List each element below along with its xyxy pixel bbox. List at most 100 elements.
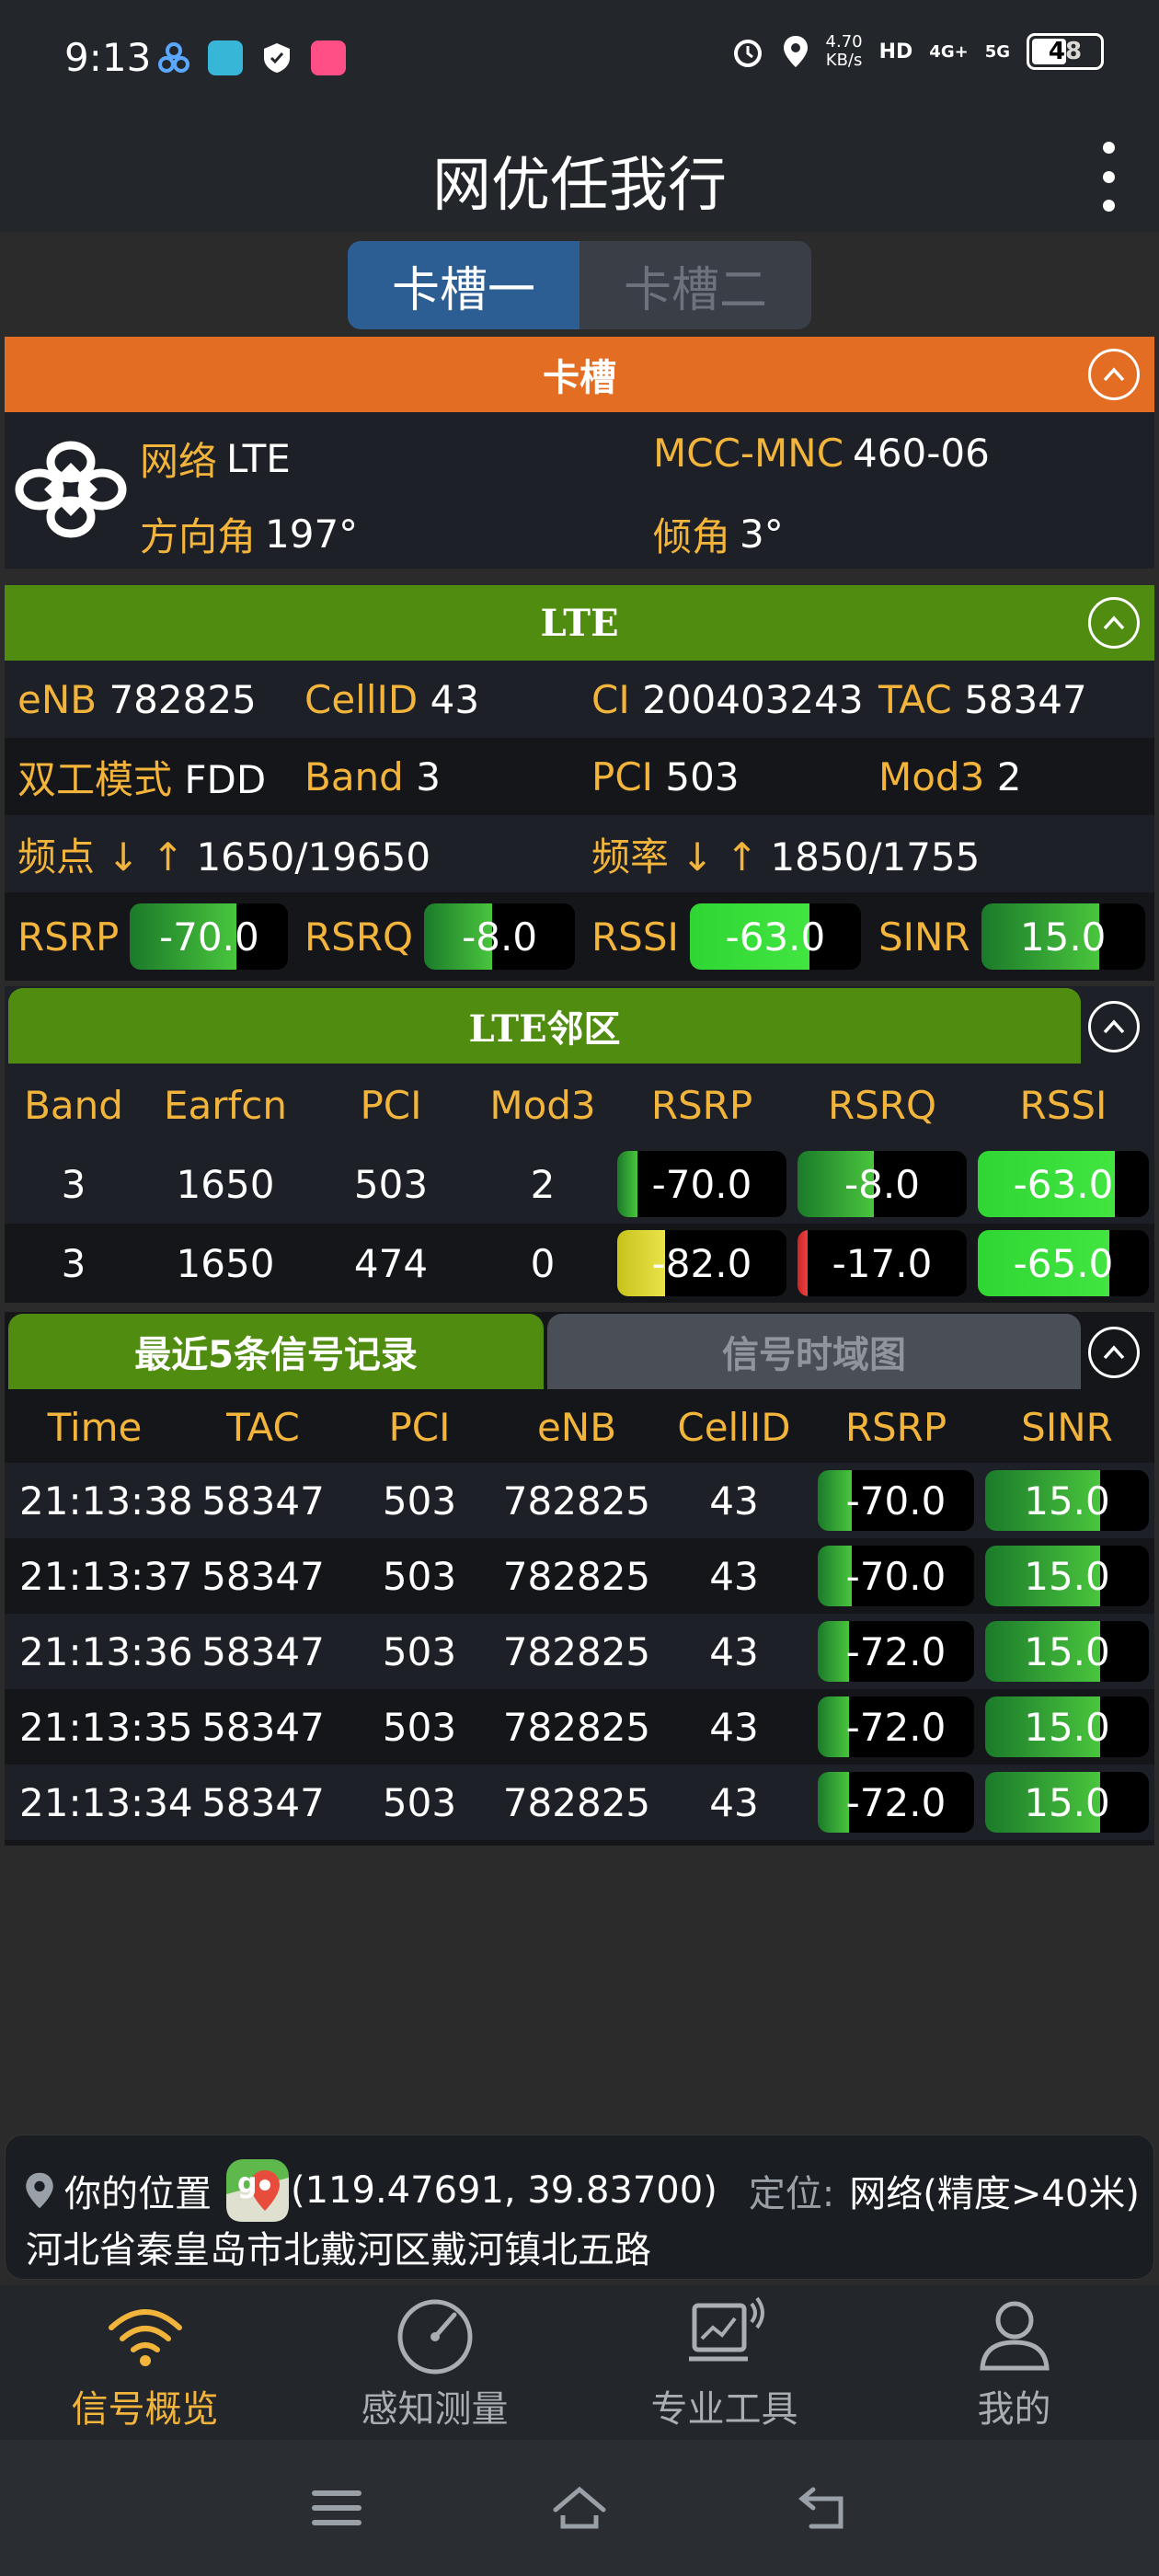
status-app-icons [156, 40, 346, 75]
china-unicom-logo-icon [15, 441, 127, 538]
sinr-meter: 15.0 [985, 1696, 1149, 1757]
rsrp-meter: -70.0 [130, 903, 289, 970]
cell-pci: 503 [382, 1553, 457, 1599]
location-coords: (119.47691, 39.83700) [291, 2169, 717, 2212]
table-header-row: Band Earfcn PCI Mod3 RSRP RSRQ RSSI [24, 1082, 1107, 1128]
rsrq-meter: -8.0 [798, 1151, 967, 1217]
enb-value: 782825 [109, 676, 257, 722]
duplex-value: FDD [184, 756, 267, 802]
lte-row-2: 双工模式 FDD Band 3 PCI 503 Mod3 2 [5, 738, 1154, 815]
enb-label: eNB [17, 676, 98, 722]
location-label: 你的位置 [64, 2173, 212, 2215]
rsrp-meter: -70.0 [818, 1546, 974, 1606]
app-notification-icon [208, 40, 243, 75]
freq-label: 频率 ↓ ↑ [591, 834, 759, 880]
network-field: 网络 LTE [140, 436, 291, 484]
collapse-icon[interactable] [1088, 1001, 1140, 1052]
status-time: 9:13 [64, 35, 152, 80]
more-menu-icon[interactable] [1095, 142, 1122, 212]
location-bar[interactable]: 你的位置 g (119.47691, 39.83700) 定位: 网络(精度>4… [5, 2134, 1154, 2280]
rsrp-meter: -82.0 [617, 1230, 786, 1296]
alarm-icon [733, 40, 762, 67]
positioning-label: 定位: [748, 2173, 835, 2215]
cell-time: 21:13:34 [19, 1779, 193, 1825]
rsrq-meter: -8.0 [424, 903, 576, 970]
cell-tac: 58347 [201, 1553, 325, 1599]
cell-time: 21:13:37 [19, 1553, 193, 1599]
sinr-meter: 15.0 [985, 1621, 1149, 1682]
lte-section-header[interactable]: LTE [5, 585, 1154, 661]
monitor-chart-icon [688, 2296, 764, 2362]
band-label: Band [304, 753, 404, 799]
rssi-meter: -65.0 [978, 1230, 1149, 1296]
lte-row-1: eNB 782825 CellID 43 CI 200403243 TAC 58… [5, 661, 1154, 738]
neighbor-table: Band Earfcn PCI Mod3 RSRP RSRQ RSSI 3 16… [5, 1065, 1154, 1303]
neighbor-section-title: LTE邻区 [468, 1007, 621, 1051]
nav-pro-tools[interactable]: 专业工具 [580, 2285, 869, 2440]
records-rows: 21:13:38 58347 503 782825 43 -70.0 15.0 21:13:3… [5, 1463, 1154, 1840]
records-section: 最近5条信号记录 信号时域图 Time TAC PCI eNB CellID R… [5, 1312, 1154, 1846]
table-row: 21:13:35 58347 503 782825 43 -72.0 15.0 [5, 1689, 1154, 1765]
nav-mine[interactable]: 我的 [869, 2285, 1159, 2440]
freqpoint-value: 1650/19650 [196, 834, 431, 880]
cell-pci: 503 [382, 1779, 457, 1825]
neighbor-section-header[interactable]: LTE邻区 [8, 988, 1081, 1064]
cell-tac: 58347 [201, 1478, 325, 1524]
rssi-meter: -63.0 [689, 903, 861, 970]
cell-cellid: 43 [709, 1779, 759, 1825]
ci-value: 200403243 [642, 676, 864, 722]
nav-perception-measure[interactable]: 感知测量 [290, 2285, 580, 2440]
neighbor-section: LTE邻区 Band Earfcn PCI Mod3 RSRP RSRQ RSS… [5, 986, 1154, 1303]
location-pin-icon [26, 2172, 53, 2209]
collapse-icon[interactable] [1088, 597, 1140, 649]
lte-signal-row: RSRP -70.0 RSRQ -8.0 RSSI -63.0 SINR 15.… [5, 892, 1154, 981]
tab-signal-time-chart[interactable]: 信号时域图 [547, 1314, 1081, 1389]
nav-signal-overview[interactable]: 信号概览 [0, 2285, 290, 2440]
tab-sim-1[interactable]: 卡槽一 [348, 241, 580, 329]
status-right: 4.70 KB/s HD 4G+ 5G 48 [730, 33, 1104, 70]
cell-pci: 503 [382, 1704, 457, 1750]
cell-cellid: 43 [709, 1628, 759, 1674]
cell-time: 21:13:36 [19, 1628, 193, 1674]
collapse-icon[interactable] [1088, 1327, 1140, 1378]
rssi-label: RSSI [591, 914, 679, 960]
cell-tac: 58347 [201, 1779, 325, 1825]
rsrp-label: RSRP [17, 914, 120, 960]
user-icon [979, 2301, 1050, 2371]
ci-label: CI [591, 676, 630, 722]
shield-icon [264, 43, 290, 73]
location-line: 你的位置 g (119.47691, 39.83700) 定位: 网络(精度>4… [24, 2157, 1140, 2224]
menu-icon[interactable] [307, 2478, 366, 2537]
home-icon[interactable] [550, 2478, 609, 2537]
mod3-value: 2 [996, 753, 1022, 799]
mod3-label: Mod3 [878, 753, 985, 799]
band-value: 3 [416, 753, 441, 799]
cell-time: 21:13:35 [19, 1704, 193, 1750]
cell-enb: 782825 [502, 1553, 651, 1599]
rsrp-meter: -72.0 [818, 1621, 974, 1682]
network-speed: 4.70 KB/s [825, 32, 863, 70]
cell-enb: 782825 [502, 1478, 651, 1524]
cell-time: 21:13:38 [19, 1478, 193, 1524]
sinr-meter: 15.0 [985, 1772, 1149, 1833]
app-notification-icon [158, 42, 189, 73]
cell-pci: 503 [382, 1478, 457, 1524]
location-pin-icon [783, 36, 808, 67]
tab-recent-records[interactable]: 最近5条信号记录 [8, 1314, 544, 1389]
sim-section-header[interactable]: 卡槽 [5, 337, 1154, 412]
back-icon[interactable] [793, 2478, 852, 2537]
sinr-meter: 15.0 [981, 903, 1145, 970]
azimuth-field: 方向角 197° [140, 512, 359, 559]
cell-enb: 782825 [502, 1628, 651, 1674]
mcc-mnc-field: MCC-MNC 460-06 [653, 431, 990, 476]
rsrp-meter: -70.0 [617, 1151, 786, 1217]
status-bar: 9:13 4.70 KB/s HD 4G+ 5G 48 [0, 0, 1159, 120]
tac-label: TAC [878, 676, 952, 722]
network-5g-badge: 5G [984, 41, 1010, 62]
tab-sim-2[interactable]: 卡槽二 [580, 241, 811, 329]
rsrq-label: RSRQ [304, 914, 414, 960]
app-bar: 网优任我行 [0, 120, 1159, 232]
sinr-label: SINR [878, 914, 970, 960]
collapse-icon[interactable] [1088, 349, 1140, 400]
svg-text:g: g [237, 2168, 257, 2200]
